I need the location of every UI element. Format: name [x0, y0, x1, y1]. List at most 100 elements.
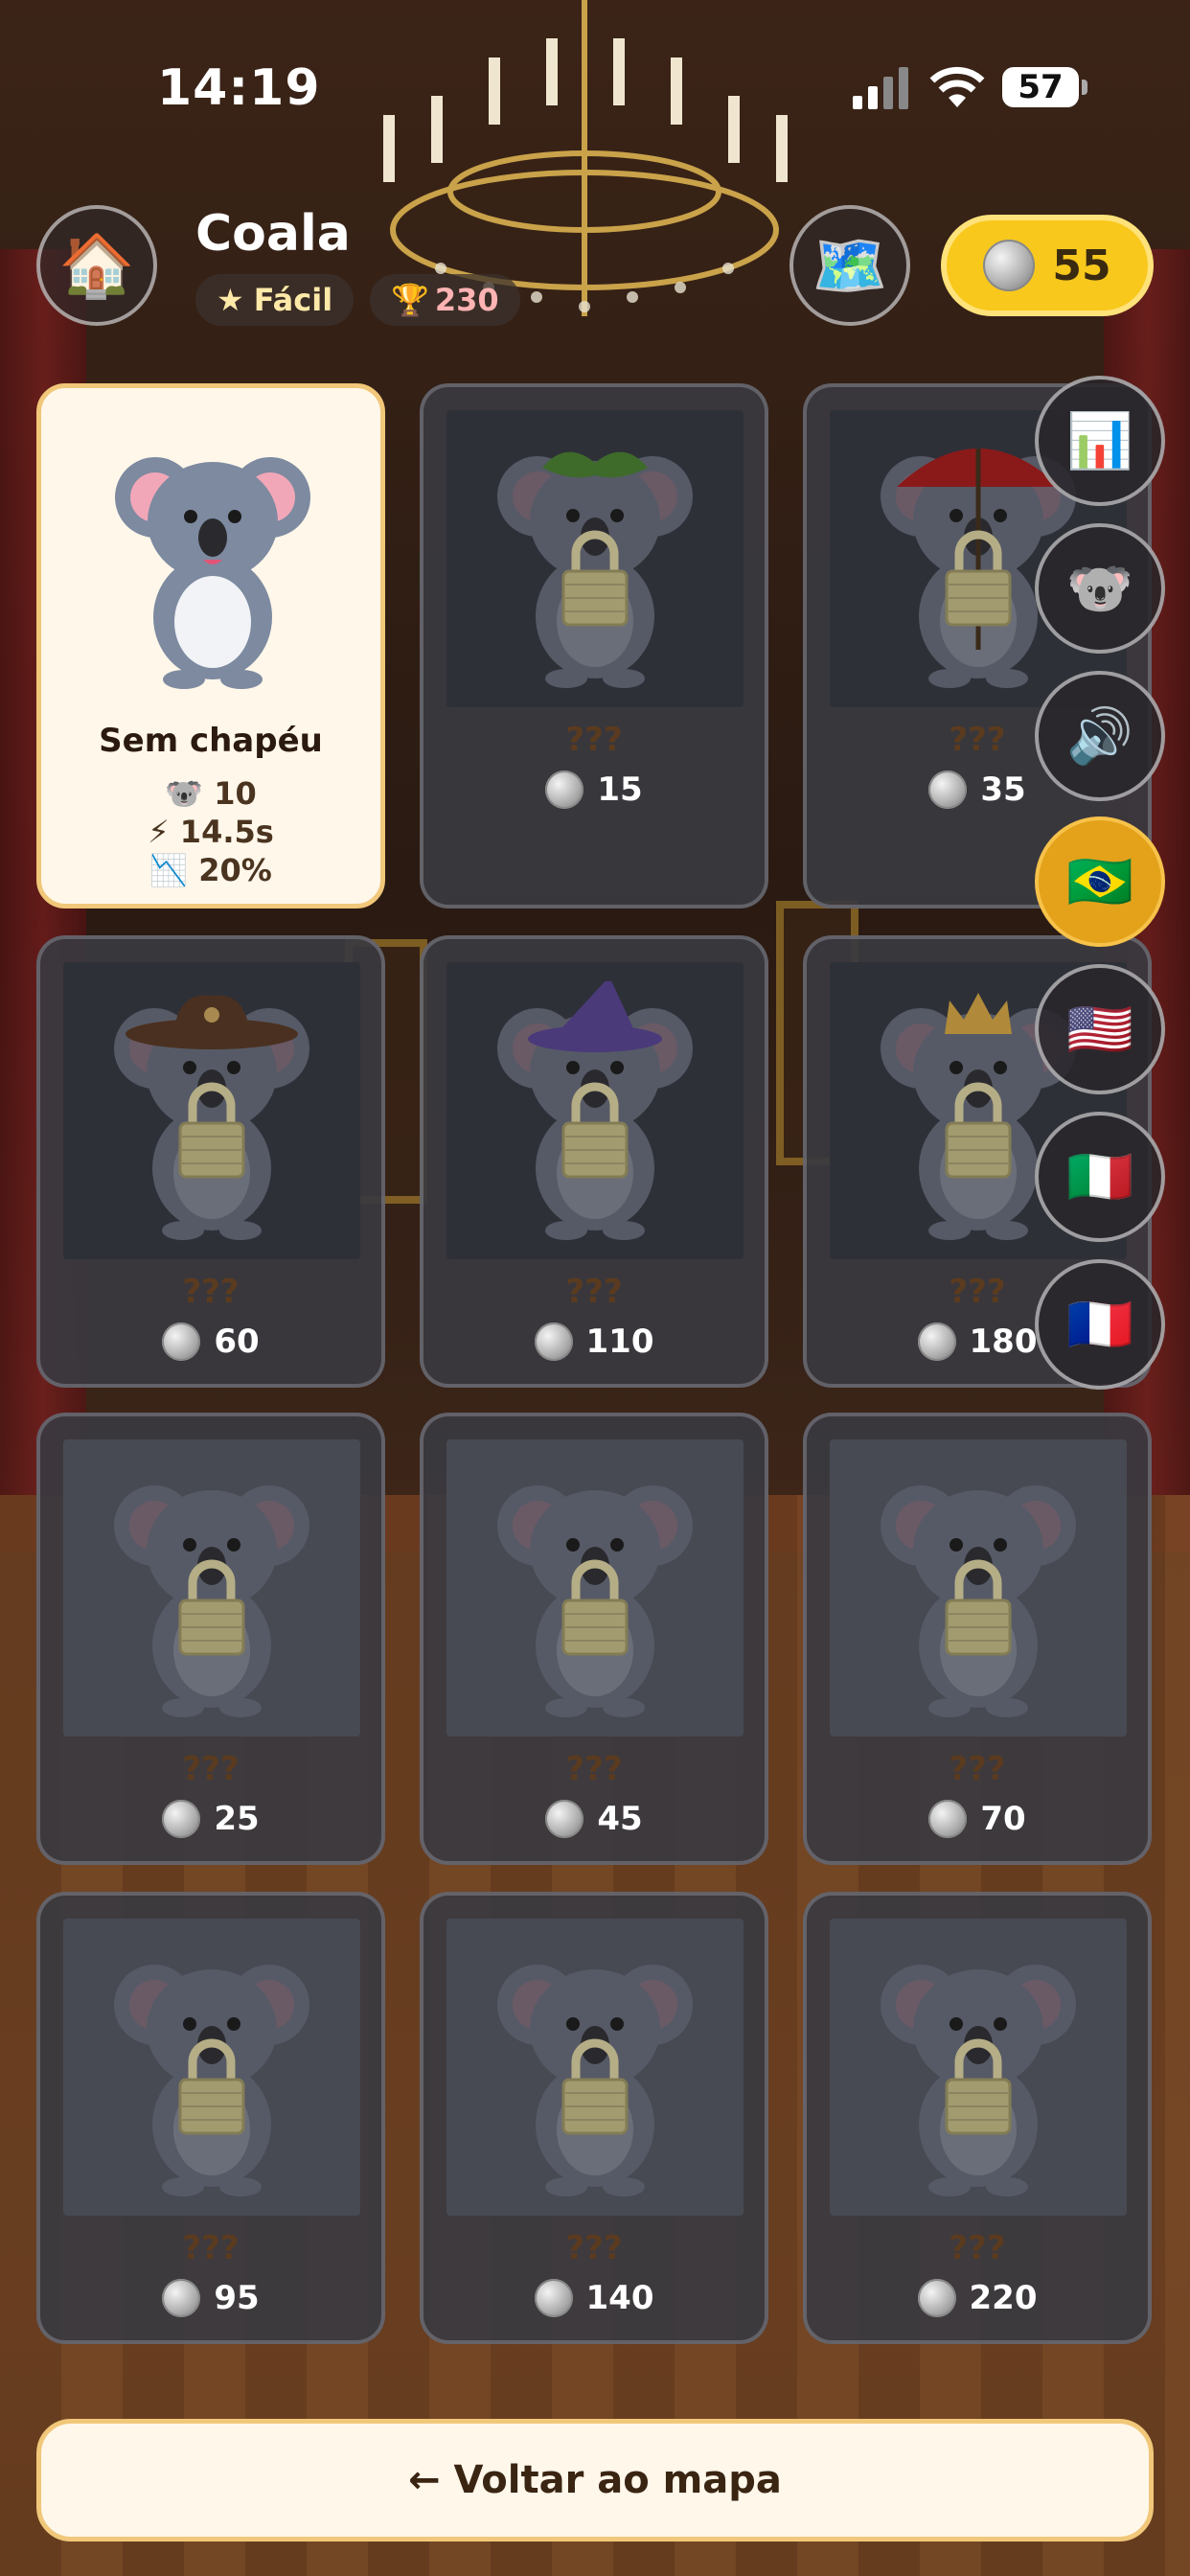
hat-card-locked[interactable]: ??? 110	[420, 935, 768, 1388]
hat-price-value: 45	[597, 1800, 643, 1838]
coin-icon	[917, 1322, 956, 1361]
speaker-icon: 🔊	[1066, 705, 1133, 768]
hat-price-value: 110	[585, 1322, 654, 1361]
koala-image	[830, 1919, 1127, 2216]
koala-image	[446, 410, 744, 707]
side-button-lang-en-us[interactable]: 🇺🇸	[1035, 964, 1165, 1094]
home-button[interactable]: 🏠	[36, 205, 157, 326]
hat-card-locked[interactable]: ??? 95	[36, 1892, 385, 2344]
koala-image	[63, 1919, 360, 2216]
lightning-icon: ⚡	[148, 814, 180, 850]
hat-name: ???	[565, 1750, 623, 1788]
coin-icon	[545, 1800, 584, 1838]
cellular-signal-icon	[853, 67, 908, 109]
koala-image	[63, 962, 360, 1259]
coin-icon	[162, 2279, 201, 2317]
back-to-map-label: ← Voltar ao mapa	[408, 2458, 782, 2502]
hat-card-locked[interactable]: ??? 25	[36, 1413, 385, 1865]
koala-image	[446, 1439, 744, 1736]
hat-name: ???	[565, 2229, 623, 2267]
coin-icon	[162, 1800, 201, 1838]
koala-image	[64, 411, 361, 708]
hat-stat-value: 14.5s	[179, 814, 274, 850]
hat-stat-koalas: 🐨 10	[41, 775, 380, 812]
hat-price-value: 70	[980, 1800, 1026, 1838]
hat-name: ???	[565, 1273, 623, 1311]
star-icon: ★	[217, 282, 244, 318]
coin-icon	[545, 770, 584, 809]
hat-card-locked[interactable]: ??? 15	[420, 383, 768, 908]
battery-indicator: 57	[1002, 67, 1087, 107]
hat-card-locked[interactable]: ??? 45	[420, 1413, 768, 1865]
koala-image	[446, 1919, 744, 2216]
back-to-map-button[interactable]: ← Voltar ao mapa	[36, 2419, 1154, 2542]
trophy-count: 230	[434, 282, 499, 318]
hat-name: ???	[182, 1750, 240, 1788]
coin-icon	[534, 2279, 573, 2317]
italy-flag-icon: 🇮🇹	[1066, 1146, 1133, 1208]
hat-price: 45	[423, 1800, 765, 1838]
coin-icon	[928, 1800, 968, 1838]
house-icon: 🏠	[58, 230, 135, 302]
hat-price: 140	[423, 2279, 765, 2317]
hat-name: ???	[565, 721, 623, 759]
coin-icon	[983, 240, 1036, 291]
coin-icon	[162, 1322, 201, 1361]
hat-name: ???	[182, 2229, 240, 2267]
hat-price-value: 95	[214, 2279, 260, 2317]
coin-count: 55	[1052, 241, 1111, 290]
chart-down-icon: 📉	[149, 852, 199, 888]
koala-icon: 🐨	[165, 775, 215, 812]
page-title: Coala	[195, 205, 351, 263]
brazil-flag-icon: 🇧🇷	[1066, 851, 1133, 913]
hat-price-value: 25	[214, 1800, 260, 1838]
koala-image	[830, 1439, 1127, 1736]
coin-balance: 55	[941, 215, 1154, 316]
side-button-lang-it[interactable]: 🇮🇹	[1035, 1112, 1165, 1242]
hat-price: 110	[423, 1322, 765, 1361]
hat-name: ???	[182, 1273, 240, 1311]
map-button[interactable]: 🗺️	[790, 205, 910, 326]
side-button-lang-fr[interactable]: 🇫🇷	[1035, 1259, 1165, 1390]
hat-price: 95	[40, 2279, 381, 2317]
hat-price: 25	[40, 1800, 381, 1838]
hat-stat-value: 10	[214, 775, 257, 812]
coin-icon	[928, 770, 968, 809]
hat-price: 70	[807, 1800, 1148, 1838]
trophy-badge: 🏆 230	[370, 274, 520, 326]
hat-card-locked[interactable]: ??? 220	[803, 1892, 1152, 2344]
hat-stat-drop: 📉 20%	[41, 852, 380, 888]
hat-price: 15	[423, 770, 765, 809]
hat-card-selected[interactable]: Sem chapéu 🐨 10 ⚡ 14.5s 📉 20%	[36, 383, 385, 908]
hat-card-locked[interactable]: ??? 70	[803, 1413, 1152, 1865]
hat-price: 60	[40, 1322, 381, 1361]
usa-flag-icon: 🇺🇸	[1066, 999, 1133, 1061]
side-button-sound[interactable]: 🔊	[1035, 671, 1165, 801]
hat-price-value: 220	[969, 2279, 1038, 2317]
side-button-stats[interactable]: 📊	[1035, 376, 1165, 506]
hat-name: ???	[949, 1750, 1006, 1788]
coin-icon	[534, 1322, 573, 1361]
side-button-character[interactable]: 🐨	[1035, 523, 1165, 654]
hat-stat-speed: ⚡ 14.5s	[41, 814, 380, 850]
difficulty-badge: ★ Fácil	[195, 274, 355, 326]
hat-price-value: 35	[980, 770, 1026, 809]
bar-chart-icon: 📊	[1066, 410, 1133, 472]
hat-name: ???	[949, 2229, 1006, 2267]
world-map-icon: 🗺️	[812, 230, 888, 302]
status-bar: 14:19 57	[0, 0, 1190, 134]
hat-card-locked[interactable]: ??? 140	[420, 1892, 768, 2344]
hat-price-value: 15	[597, 770, 643, 809]
side-button-lang-pt-br[interactable]: 🇧🇷	[1035, 816, 1165, 947]
koala-image	[446, 962, 744, 1259]
coin-icon	[917, 2279, 956, 2317]
hat-price-value: 60	[214, 1322, 260, 1361]
france-flag-icon: 🇫🇷	[1066, 1294, 1133, 1356]
trophy-icon: 🏆	[391, 282, 429, 318]
hat-card-locked[interactable]: ??? 60	[36, 935, 385, 1388]
hat-stat-value: 20%	[198, 852, 272, 888]
koala-icon: 🐨	[1066, 558, 1133, 620]
status-time: 14:19	[157, 59, 321, 117]
hat-price-value: 180	[969, 1322, 1038, 1361]
hat-name: Sem chapéu	[99, 722, 323, 760]
